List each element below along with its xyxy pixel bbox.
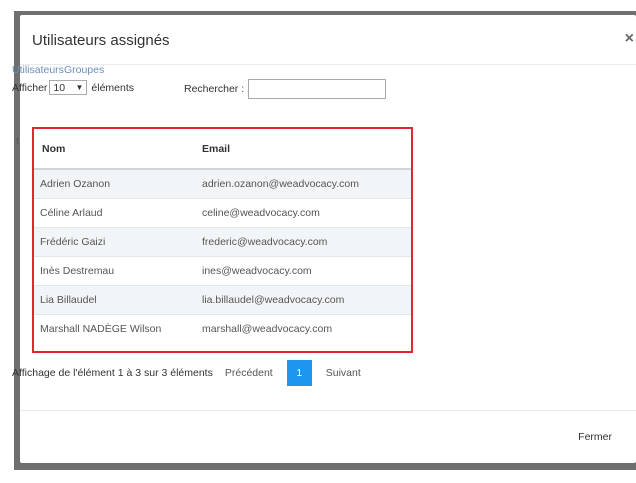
cell-email: celine@weadvocacy.com (196, 197, 411, 227)
search-input[interactable] (248, 79, 387, 99)
cell-email: frederic@weadvocacy.com (196, 226, 411, 256)
show-prefix-label: Afficher (12, 81, 48, 94)
cell-name: Marshall NADÈGE Wilson (34, 313, 196, 343)
tab-bar: UtilisateursGroupes (12, 64, 104, 76)
close-icon[interactable]: × (625, 31, 634, 47)
users-table: Nom Email Adrien Ozanon adrien.ozanon@we… (34, 129, 411, 343)
cell-name: Céline Arlaud (34, 197, 196, 227)
column-header-name[interactable]: Nom (34, 129, 196, 170)
close-button[interactable]: Fermer (578, 431, 612, 443)
tab-groups[interactable]: Groupes (64, 64, 104, 76)
pagination-previous[interactable]: Précédent (225, 367, 273, 379)
table-row: Lia Billaudel lia.billaudel@weadvocacy.c… (34, 284, 411, 314)
cell-email: lia.billaudel@weadvocacy.com (196, 284, 411, 314)
table-row: Marshall NADÈGE Wilson marshall@weadvoca… (34, 313, 411, 343)
column-header-email[interactable]: Email (196, 129, 411, 170)
cell-name: Frédéric Gaizi (34, 226, 196, 256)
cell-name: Inès Destremau (34, 255, 196, 285)
dropdown-arrow-icon: ▼ (75, 83, 84, 92)
page-size-select[interactable]: 10 ▼ (49, 80, 88, 95)
cell-email: adrien.ozanon@weadvocacy.com (196, 168, 411, 198)
search-control: Rechercher : (184, 79, 387, 99)
show-suffix-label: éléments (91, 81, 135, 94)
left-edge-mark: t (16, 136, 19, 147)
search-label: Rechercher : (184, 83, 245, 95)
table-row: Adrien Ozanon adrien.ozanon@weadvocacy.c… (34, 168, 411, 198)
table-row: Inès Destremau ines@weadvocacy.com (34, 255, 411, 285)
cell-name: Adrien Ozanon (34, 168, 196, 198)
cell-email: marshall@weadvocacy.com (196, 313, 411, 343)
pagination-next[interactable]: Suivant (326, 367, 361, 379)
modal-header: Utilisateurs assignés × (20, 15, 636, 65)
cell-name: Lia Billaudel (34, 284, 196, 314)
table-footer: Affichage de l'élément 1 à 3 sur 3 éléme… (12, 360, 361, 386)
table-header-row: Nom Email (34, 129, 411, 170)
page-length-control: Afficher 10 ▼ éléments (12, 80, 134, 95)
cell-email: ines@weadvocacy.com (196, 255, 411, 285)
table-row: Céline Arlaud celine@weadvocacy.com (34, 197, 411, 227)
table-row: Frédéric Gaizi frederic@weadvocacy.com (34, 226, 411, 256)
tab-users[interactable]: Utilisateurs (12, 64, 64, 76)
users-table-highlight: Nom Email Adrien Ozanon adrien.ozanon@we… (32, 127, 413, 353)
modal-title: Utilisateurs assignés (32, 32, 170, 49)
page-size-value: 10 (53, 81, 66, 94)
pagination-page-1[interactable]: 1 (286, 360, 312, 386)
table-info-text: Affichage de l'élément 1 à 3 sur 3 éléme… (12, 367, 213, 379)
